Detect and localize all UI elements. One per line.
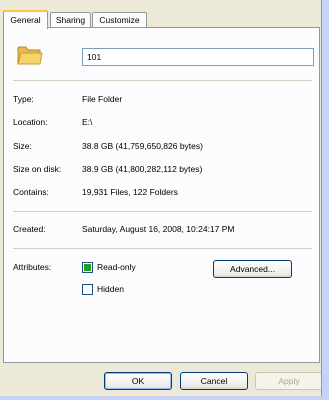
attributes-label: Attributes: — [13, 262, 52, 272]
window-border — [321, 0, 329, 400]
location-value: E:\ — [82, 117, 93, 127]
created-label: Created: — [13, 224, 46, 234]
advanced-button[interactable]: Advanced... — [213, 260, 292, 278]
apply-button[interactable]: Apply — [255, 372, 323, 390]
tab-sharing[interactable]: Sharing — [50, 12, 91, 28]
separator — [13, 248, 312, 249]
contains-value: 19,931 Files, 122 Folders — [82, 187, 178, 197]
separator — [13, 80, 312, 81]
size-label: Size: — [13, 141, 32, 151]
read-only-label[interactable]: Read-only — [97, 262, 136, 272]
hidden-label[interactable]: Hidden — [97, 284, 124, 294]
location-label: Location: — [13, 117, 48, 127]
ok-button[interactable]: OK — [104, 372, 172, 390]
folder-name-input[interactable]: 101 — [82, 48, 314, 66]
cancel-button[interactable]: Cancel — [180, 372, 248, 390]
size-on-disk-label: Size on disk: — [13, 164, 62, 174]
created-value: Saturday, August 16, 2008, 10:24:17 PM — [82, 224, 235, 234]
hidden-checkbox[interactable] — [82, 284, 93, 295]
general-tab-panel: 101 Type: File Folder Location: E:\ Size… — [3, 27, 320, 363]
type-value: File Folder — [82, 94, 123, 104]
separator — [13, 211, 312, 212]
contains-label: Contains: — [13, 187, 49, 197]
tab-customize[interactable]: Customize — [92, 12, 147, 28]
size-value: 38.8 GB (41,759,650,826 bytes) — [82, 141, 203, 151]
read-only-checkbox[interactable] — [82, 262, 93, 273]
folder-icon — [17, 46, 43, 65]
type-label: Type: — [13, 94, 34, 104]
size-on-disk-value: 38.9 GB (41,800,282,112 bytes) — [82, 164, 203, 174]
window-border — [0, 396, 329, 400]
tab-general[interactable]: General — [3, 10, 48, 29]
